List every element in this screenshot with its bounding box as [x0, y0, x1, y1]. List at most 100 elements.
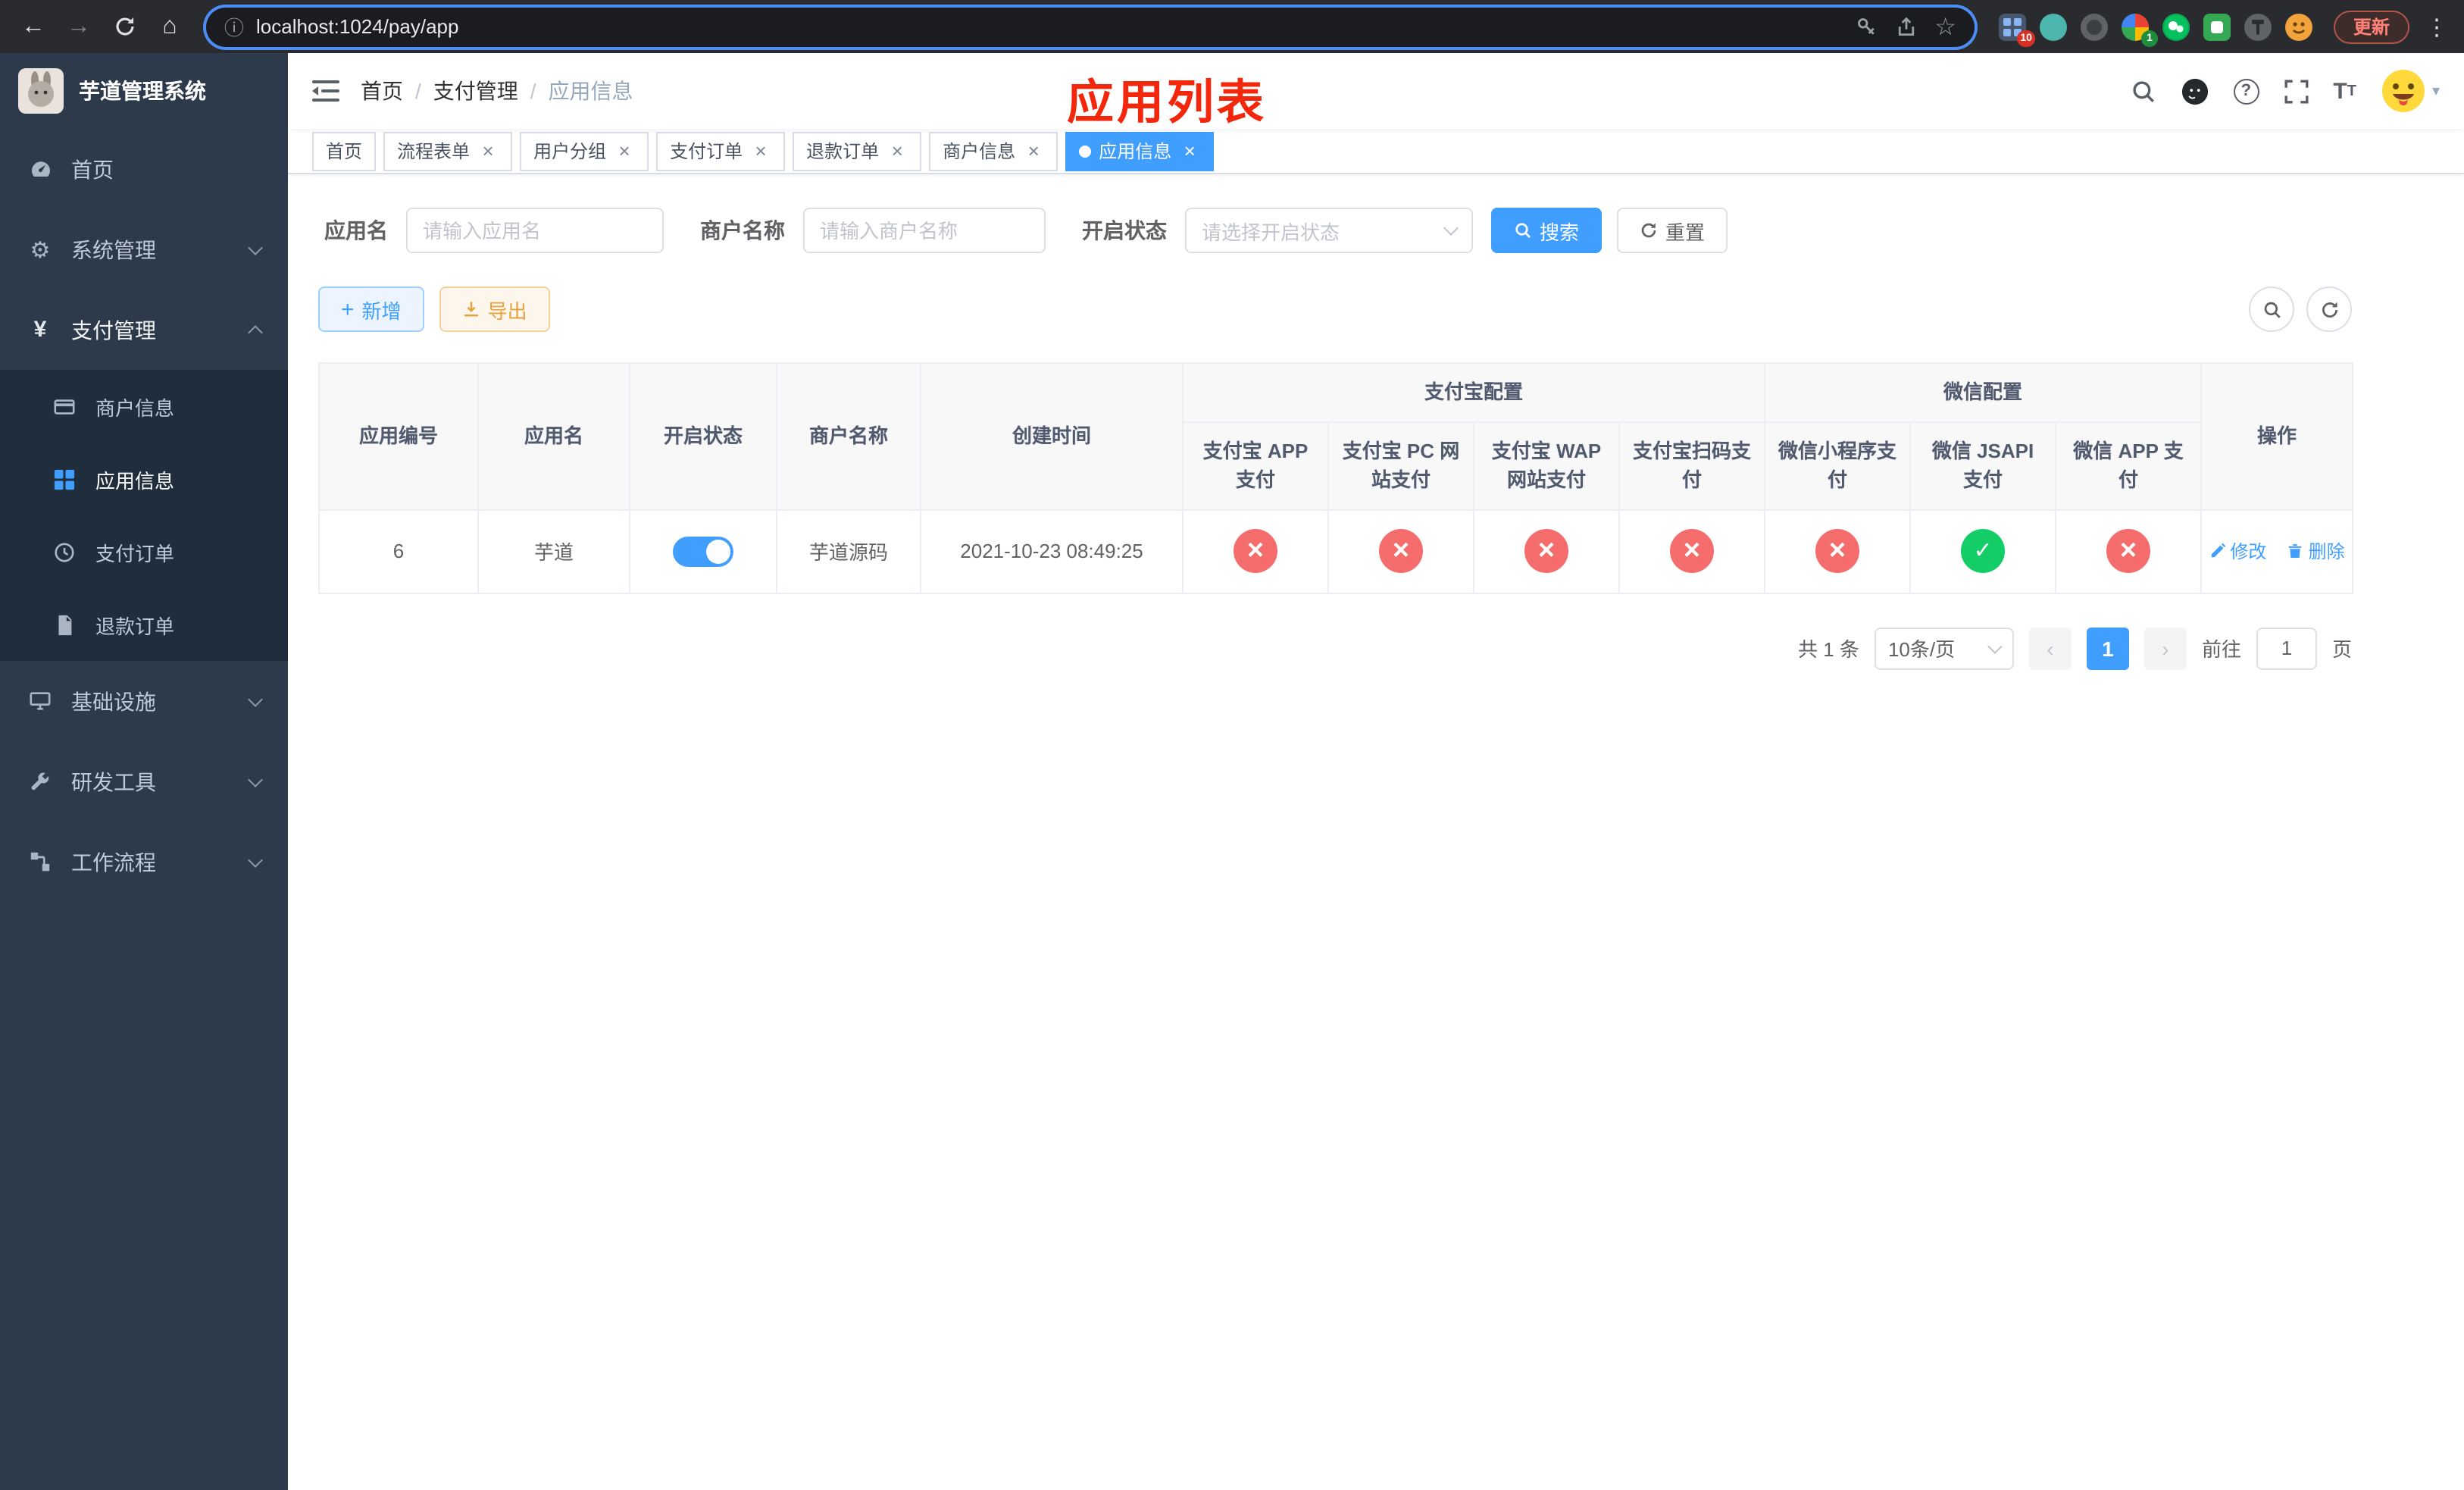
app-title: 芋道管理系统: [79, 79, 206, 103]
breadcrumb-payment[interactable]: 支付管理: [433, 76, 518, 106]
column-header: 应用名: [477, 362, 630, 510]
close-icon[interactable]: ×: [477, 141, 499, 161]
goto-page-input[interactable]: [2256, 627, 2317, 669]
page-number-button[interactable]: 1: [2086, 627, 2129, 669]
close-icon[interactable]: ×: [886, 141, 908, 161]
close-icon[interactable]: ×: [1023, 141, 1044, 161]
column-header: 支付宝 WAP 网站支付: [1473, 421, 1620, 510]
add-button[interactable]: + 新增: [318, 286, 424, 332]
extension-icon-gray[interactable]: [2244, 13, 2272, 40]
column-header: 支付宝 APP 支付: [1182, 421, 1329, 510]
extension-icon-wechat[interactable]: [2162, 13, 2190, 40]
browser-reload-icon[interactable]: [103, 5, 145, 48]
password-key-icon[interactable]: [1856, 16, 1877, 37]
tab-label: 首页: [326, 141, 363, 162]
tab-app-info[interactable]: 应用信息 ×: [1065, 131, 1215, 171]
chevron-down-icon: [1987, 638, 2003, 653]
chevron-down-icon: [248, 239, 263, 255]
tab-refund-order[interactable]: 退款订单 ×: [793, 131, 922, 171]
site-info-icon[interactable]: ⓘ: [224, 12, 244, 41]
status-select[interactable]: 请选择开启状态: [1185, 208, 1473, 253]
tab-pay-order[interactable]: 支付订单 ×: [656, 131, 786, 171]
tab-merchant-info[interactable]: 商户信息 ×: [929, 131, 1058, 171]
fullscreen-icon[interactable]: [2283, 78, 2309, 104]
row-status-switch[interactable]: [673, 536, 733, 566]
bookmark-star-icon[interactable]: ☆: [1934, 11, 1956, 42]
link-label: 修改: [2230, 541, 2267, 562]
reset-button[interactable]: 重置: [1617, 208, 1728, 253]
app-name-input[interactable]: [406, 208, 664, 253]
extension-icon-dark[interactable]: [2080, 13, 2108, 40]
merchant-name-label: 商户名称: [700, 218, 785, 243]
breadcrumb-home[interactable]: 首页: [361, 76, 403, 106]
tab-process-form[interactable]: 流程表单 ×: [383, 131, 513, 171]
page-size-select[interactable]: 10条/页: [1874, 627, 2014, 669]
sidebar-collapse-icon[interactable]: [312, 79, 339, 103]
button-label: 导出: [487, 299, 527, 322]
tab-home[interactable]: 首页: [312, 131, 377, 171]
alipay-qr-status-icon: [1670, 529, 1714, 573]
sidebar-item-home[interactable]: 首页: [0, 129, 288, 209]
sidebar-item-refund-order[interactable]: 退款订单: [0, 588, 288, 661]
select-placeholder: 请选择开启状态: [1202, 221, 1340, 243]
browser-back-icon[interactable]: ←: [12, 5, 55, 48]
extension-icon-face[interactable]: [2284, 13, 2312, 40]
screen: ← → ⌂ ⓘ localhost:1024/pay/app ☆ 10 1 更新…: [0, 0, 2464, 1490]
next-page-button[interactable]: ›: [2143, 627, 2187, 669]
chevron-down-icon: [248, 772, 263, 787]
close-icon[interactable]: ×: [750, 141, 771, 161]
cell-app-id: 6: [318, 509, 479, 593]
tab-label: 商户信息: [943, 141, 1016, 162]
browser-update-button[interactable]: 更新: [2333, 10, 2409, 43]
sidebar-item-dev-tools[interactable]: 研发工具: [0, 741, 288, 822]
sidebar-item-workflow[interactable]: 工作流程: [0, 822, 288, 902]
font-size-icon[interactable]: TT: [2333, 78, 2356, 104]
sidebar-item-infrastructure[interactable]: 基础设施: [0, 661, 288, 741]
column-header: 创建时间: [920, 362, 1184, 510]
merchant-name-input[interactable]: [803, 208, 1046, 253]
sidebar-item-label: 首页: [71, 157, 114, 181]
tags-view: 首页 流程表单 × 用户分组 × 支付订单 × 退款订单 × 商户信息 × 应用…: [288, 129, 2464, 174]
help-icon[interactable]: ?: [2233, 78, 2259, 104]
address-bar[interactable]: ⓘ localhost:1024/pay/app ☆: [206, 7, 1975, 46]
sidebar-item-app-info[interactable]: 应用信息: [0, 443, 288, 515]
column-group-alipay: 支付宝配置: [1181, 362, 1766, 422]
wrench-icon: [27, 770, 53, 793]
prev-page-button[interactable]: ‹: [2028, 627, 2072, 669]
search-button[interactable]: 搜索: [1491, 208, 1603, 253]
button-label: 搜索: [1540, 221, 1580, 243]
browser-home-icon[interactable]: ⌂: [149, 5, 191, 48]
close-icon[interactable]: ×: [614, 141, 635, 161]
button-label: 新增: [361, 299, 402, 322]
sidebar-logo[interactable]: 芋道管理系统: [0, 53, 288, 129]
github-icon[interactable]: [2180, 77, 2209, 105]
share-icon[interactable]: [1895, 16, 1916, 37]
tab-label: 应用信息: [1099, 141, 1172, 162]
refresh-button[interactable]: [2306, 286, 2352, 332]
sidebar-item-payment[interactable]: ¥ 支付管理: [0, 290, 288, 370]
edit-link[interactable]: 修改: [2209, 538, 2266, 564]
sidebar-item-label: 基础设施: [71, 689, 156, 713]
user-avatar[interactable]: ▾: [2381, 68, 2440, 114]
delete-link[interactable]: 删除: [2287, 538, 2345, 564]
browser-forward-icon[interactable]: →: [58, 5, 100, 48]
extension-icon-teal[interactable]: [2039, 13, 2067, 40]
extension-icon-green-square[interactable]: [2203, 13, 2231, 40]
tab-user-group[interactable]: 用户分组 ×: [520, 131, 649, 171]
extension-icon-multicolor[interactable]: 1: [2121, 13, 2158, 46]
clock-circle-icon: [52, 540, 77, 563]
status-label: 开启状态: [1082, 218, 1167, 243]
sidebar-item-system[interactable]: ⚙ 系统管理: [0, 209, 288, 290]
extension-icon-grid[interactable]: 10: [1998, 13, 2035, 46]
sidebar-item-merchant-info[interactable]: 商户信息: [0, 370, 288, 443]
toggle-search-button[interactable]: [2249, 286, 2294, 332]
close-icon[interactable]: ×: [1179, 141, 1200, 161]
sidebar-item-label: 支付管理: [71, 318, 156, 342]
sidebar: 芋道管理系统 首页 ⚙ 系统管理 ¥ 支付管理 商户信息 应用信息 支付订单 退…: [0, 53, 288, 1490]
top-navbar: 首页 / 支付管理 / 应用信息 应用列表 ? T T ▾: [288, 53, 2464, 129]
export-button[interactable]: 导出: [439, 286, 550, 332]
sidebar-item-pay-order[interactable]: 支付订单: [0, 515, 288, 588]
search-icon[interactable]: [2130, 78, 2156, 104]
browser-menu-icon[interactable]: ⋮: [2422, 13, 2452, 40]
logo-avatar: [18, 68, 64, 114]
